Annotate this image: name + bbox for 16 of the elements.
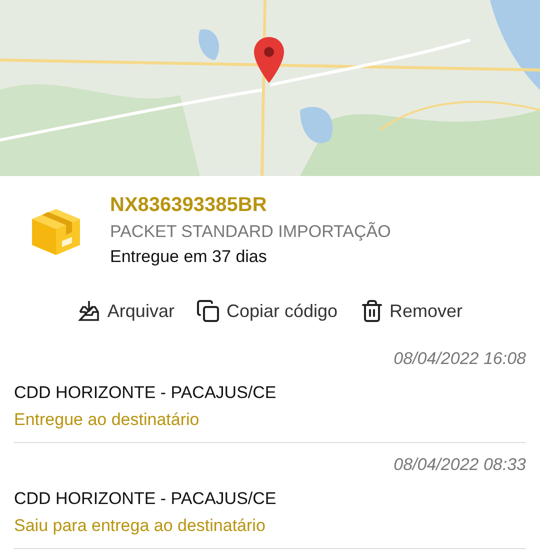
event-location: CDD HORIZONTE - PACAJUS/CE [14,489,278,509]
event-datetime: 08/04/2022 16:08 [394,349,526,369]
map-pin-icon [253,36,285,84]
trash-icon [360,299,384,323]
remove-button[interactable]: Remover [358,297,465,325]
tray-download-icon [77,300,102,322]
event-location: CDD HORIZONTE - PACAJUS/CE [14,383,278,403]
service-name: PACKET STANDARD IMPORTAÇÃO [110,222,391,242]
tracking-code: NX836393385BR [110,194,268,217]
event-status: Entregue ao destinatário [14,410,200,430]
event-datetime: 08/04/2022 08:33 [394,455,526,475]
copy-icon [196,299,220,323]
event-status: Saiu para entrega ao destinatário [14,516,266,536]
delivery-summary: Entregue em 37 dias [110,247,268,267]
copy-button[interactable]: Copiar código [194,297,340,325]
archive-button[interactable]: Arquivar [75,297,176,325]
